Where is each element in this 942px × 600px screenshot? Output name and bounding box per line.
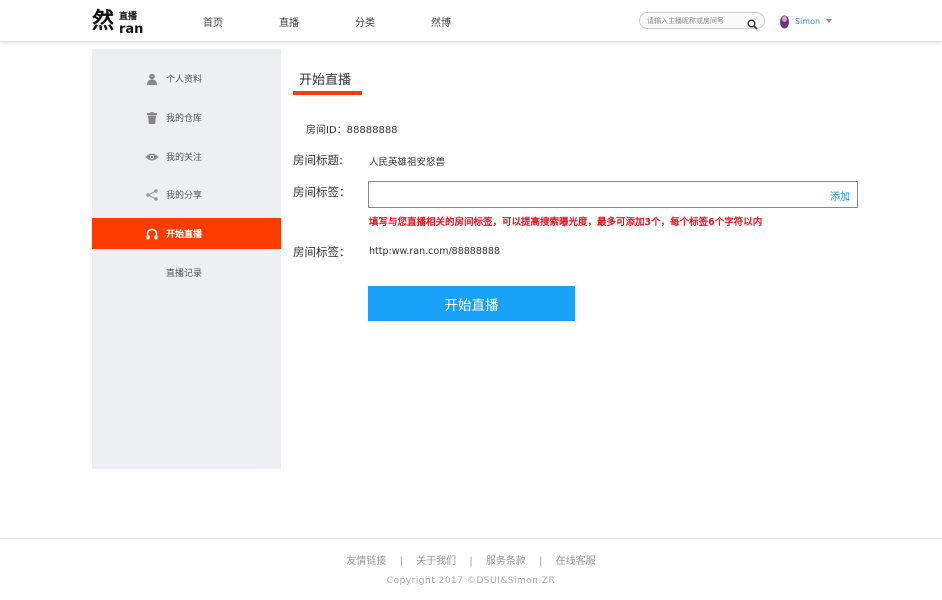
sidebar: 个人资料 我的仓库 我的关注 我的分享 开始直播 直播记录 [92,49,281,469]
sidebar-item-label: 我的仓库 [166,114,203,124]
avatar [779,14,790,29]
sidebar-item-label: 我的分享 [166,191,203,201]
username: Simon [795,16,821,26]
sidebar-item-share[interactable]: 我的分享 [92,179,281,210]
sidebar-item-label: 直播记录 [166,269,203,279]
search-input[interactable] [647,15,743,27]
room-title-label: 房间标题: [293,153,343,167]
share-icon [145,188,159,202]
copyright: Copyright 2017 ©DSUI&Simon.ZR [386,576,556,586]
svg-text:ran: ran [119,22,143,36]
footer-link-support[interactable]: 在线客服 [556,556,596,567]
footer-separator: | [469,556,473,567]
room-id: 房间ID：88888888 [306,125,398,136]
search-box [639,12,765,30]
footer-link-friends[interactable]: 友情链接 [346,556,386,567]
title-underline [293,91,362,95]
sidebar-item-live-record[interactable]: 直播记录 [92,257,281,288]
room-url-value: http:ww.ran.com/88888888 [369,246,501,257]
nav-live[interactable]: 直播 [279,14,299,29]
footer-links: 友情链接 | 关于我们 | 服务条款 | 在线客服 [0,552,942,567]
eye-icon [145,150,159,164]
sidebar-item-label: 我的关注 [166,153,203,163]
user-menu[interactable]: Simon [779,13,833,29]
footer: 友情链接 | 关于我们 | 服务条款 | 在线客服 Copyright 2017… [0,538,942,600]
room-tag-label: 房间标签： [293,185,351,199]
svg-text:然: 然 [92,8,114,34]
headphones-icon [145,227,159,241]
add-tag-button[interactable]: 添加 [830,188,850,203]
top-header: 然 直播 ran 首页 直播 分类 然博 Simon [0,0,942,42]
sidebar-item-label: 开始直播 [166,230,203,240]
sidebar-item-warehouse[interactable]: 我的仓库 [92,102,281,133]
nav-category[interactable]: 分类 [355,14,375,29]
svg-text:直播: 直播 [119,10,138,22]
nav-ranbo[interactable]: 然博 [431,14,451,29]
footer-separator: | [399,556,403,567]
site-logo[interactable]: 然 直播 ran [92,6,148,37]
sidebar-item-profile[interactable]: 个人资料 [92,63,281,94]
chevron-down-icon [826,19,833,23]
nav-home[interactable]: 首页 [203,14,223,29]
room-tag-input[interactable] [375,187,815,203]
sidebar-item-start-live[interactable]: 开始直播 [92,218,281,249]
room-title-value: 人民英雄祖安怒兽 [369,157,446,168]
tag-hint: 填写与您直播相关的房间标签，可以提高搜索曝光度，最多可添加3个，每个标签6个字符… [369,217,763,228]
user-icon [145,72,159,86]
search-icon[interactable] [747,15,758,30]
room-url-label: 房间标签： [293,245,351,259]
start-live-button[interactable]: 开始直播 [368,286,575,321]
sidebar-item-follow[interactable]: 我的关注 [92,141,281,172]
sidebar-item-label: 个人资料 [166,75,203,85]
page-title: 开始直播 [299,73,352,88]
footer-link-about[interactable]: 关于我们 [416,556,456,567]
trash-icon [145,111,159,125]
footer-separator: | [539,556,543,567]
room-tag-field: 添加 [368,181,858,208]
footer-link-terms[interactable]: 服务条款 [486,556,526,567]
